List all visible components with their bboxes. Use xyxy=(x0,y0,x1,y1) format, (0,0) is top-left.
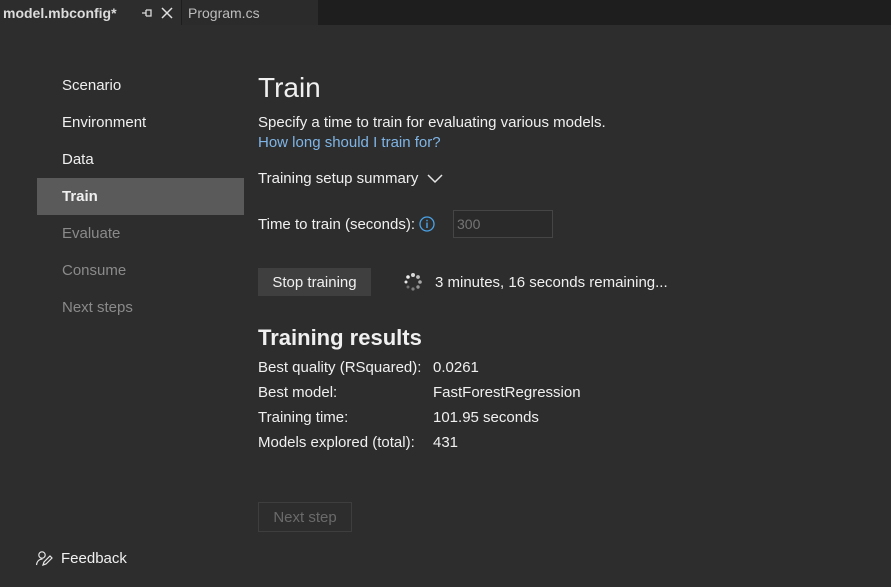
nav-item-next-steps[interactable]: Next steps xyxy=(37,289,244,326)
result-value: 101.95 seconds xyxy=(433,409,539,426)
tab-model-mbconfig[interactable]: model.mbconfig* xyxy=(0,0,181,25)
next-step-button[interactable]: Next step xyxy=(258,502,352,532)
training-setup-summary-toggle[interactable]: Training setup summary xyxy=(258,170,443,187)
result-label: Best model: xyxy=(258,384,338,401)
training-results-heading: Training results xyxy=(258,325,422,350)
feedback-link[interactable]: Feedback xyxy=(35,549,127,567)
nav-item-train[interactable]: Train xyxy=(37,178,244,215)
nav-item-data[interactable]: Data xyxy=(37,141,244,178)
tab-title: model.mbconfig* xyxy=(3,4,117,21)
close-icon[interactable] xyxy=(159,5,175,21)
result-row: Models explored (total): 431 xyxy=(258,433,581,458)
tab-title: Program.cs xyxy=(188,4,260,21)
chevron-down-icon xyxy=(427,173,443,183)
train-duration-help-link[interactable]: How long should I train for? xyxy=(258,134,441,151)
result-row: Training time: 101.95 seconds xyxy=(258,408,581,433)
result-row: Best model: FastForestRegression xyxy=(258,383,581,408)
time-to-train-input[interactable] xyxy=(453,210,553,238)
spinner-icon xyxy=(404,273,422,291)
result-value: 431 xyxy=(433,434,459,451)
pin-icon[interactable] xyxy=(139,5,155,21)
nav-item-environment[interactable]: Environment xyxy=(37,104,244,141)
result-row: Best quality (RSquared): 0.0261 xyxy=(258,358,581,383)
feedback-label: Feedback xyxy=(61,549,127,567)
training-status-row: Stop training 3 minutes, 16 seconds rema… xyxy=(258,268,668,296)
result-label: Models explored (total): xyxy=(258,434,415,451)
train-page: Train Specify a time to train for evalua… xyxy=(258,0,891,587)
page-description: Specify a time to train for evaluating v… xyxy=(258,114,606,131)
summary-toggle-label: Training setup summary xyxy=(258,170,419,187)
info-icon[interactable] xyxy=(419,216,435,232)
nav-item-consume[interactable]: Consume xyxy=(37,252,244,289)
result-label: Training time: xyxy=(258,409,349,426)
nav-item-scenario[interactable]: Scenario xyxy=(37,67,244,104)
nav-item-evaluate[interactable]: Evaluate xyxy=(37,215,244,252)
time-remaining-status: 3 minutes, 16 seconds remaining... xyxy=(435,273,668,291)
result-value: FastForestRegression xyxy=(433,384,581,401)
result-label: Best quality (RSquared): xyxy=(258,359,422,376)
feedback-icon xyxy=(35,551,53,566)
result-value: 0.0261 xyxy=(433,359,479,376)
training-results-list: Best quality (RSquared): 0.0261 Best mod… xyxy=(258,358,581,458)
stop-training-button[interactable]: Stop training xyxy=(258,268,371,296)
time-to-train-row: Time to train (seconds): xyxy=(258,210,553,238)
page-title: Train xyxy=(258,72,321,103)
time-to-train-label: Time to train (seconds): xyxy=(258,215,415,233)
wizard-nav: Scenario Environment Data Train Evaluate… xyxy=(37,67,244,326)
